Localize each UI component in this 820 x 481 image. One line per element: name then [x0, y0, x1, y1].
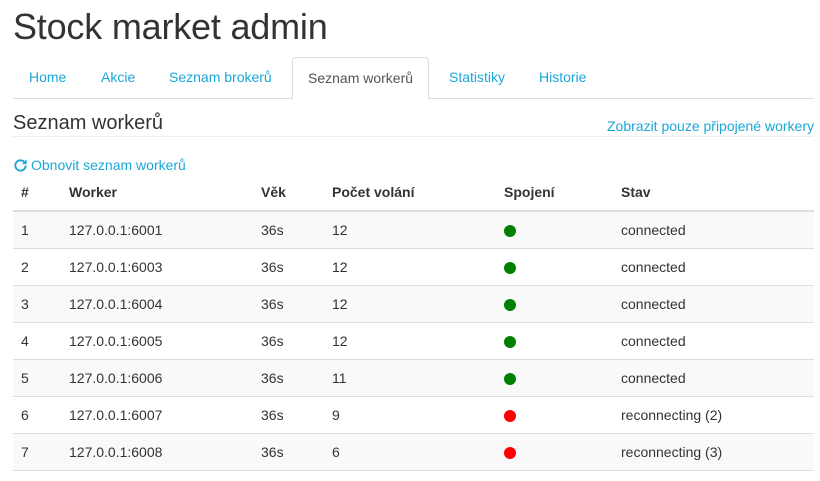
tab-statistiky[interactable]: Statistiky	[449, 57, 505, 98]
workers-table-body: 1 127.0.0.1:6001 36s 12 connected 2 127.…	[13, 211, 814, 471]
connection-status-dot	[504, 410, 516, 423]
tab-seznam-brokeru[interactable]: Seznam brokerů	[169, 57, 272, 98]
cell-age: 36s	[253, 285, 324, 323]
table-row: 2 127.0.0.1:6003 36s 12 connected	[13, 248, 814, 286]
col-header-calls: Počet volání	[324, 174, 496, 212]
cell-age: 36s	[253, 396, 324, 434]
cell-status: connected	[613, 359, 814, 397]
nav-tabs: Home Akcie Seznam brokerů Seznam workerů…	[13, 57, 814, 100]
table-header-row: # Worker Věk Počet volání Spojení Stav	[13, 174, 814, 212]
cell-connection	[496, 322, 613, 360]
table-row: 6 127.0.0.1:6007 36s 9 reconnecting (2)	[13, 396, 814, 434]
section-divider	[13, 136, 814, 137]
cell-worker: 127.0.0.1:6005	[61, 322, 253, 360]
section-title: Seznam workerů	[13, 112, 164, 134]
cell-status: reconnecting (2)	[613, 396, 814, 434]
cell-age: 36s	[253, 359, 324, 397]
refresh-icon	[14, 158, 27, 172]
table-row: 3 127.0.0.1:6004 36s 12 connected	[13, 285, 814, 323]
cell-num: 1	[13, 211, 61, 249]
cell-age: 36s	[253, 211, 324, 249]
tab-akcie[interactable]: Akcie	[101, 57, 135, 98]
connection-status-dot	[504, 336, 516, 349]
cell-calls: 12	[324, 248, 496, 286]
cell-worker: 127.0.0.1:6001	[61, 211, 253, 249]
col-header-connection: Spojení	[496, 174, 613, 212]
cell-age: 36s	[253, 322, 324, 360]
cell-calls: 12	[324, 322, 496, 360]
cell-status: connected	[613, 285, 814, 323]
cell-calls: 9	[324, 396, 496, 434]
table-row: 1 127.0.0.1:6001 36s 12 connected	[13, 211, 814, 249]
connection-status-dot	[504, 373, 516, 386]
workers-table: # Worker Věk Počet volání Spojení Stav 1…	[13, 174, 814, 471]
col-header-num: #	[13, 174, 61, 212]
connection-status-dot	[504, 447, 516, 460]
cell-status: connected	[613, 322, 814, 360]
cell-worker: 127.0.0.1:6007	[61, 396, 253, 434]
refresh-workers-link[interactable]: Obnovit seznam workerů	[13, 157, 186, 173]
cell-connection	[496, 211, 613, 249]
cell-num: 4	[13, 322, 61, 360]
cell-num: 3	[13, 285, 61, 323]
page-title: Stock market admin	[13, 6, 328, 47]
col-header-age: Věk	[253, 174, 324, 212]
connection-status-dot	[504, 299, 516, 312]
connection-status-dot	[504, 262, 516, 275]
cell-connection	[496, 285, 613, 323]
cell-num: 6	[13, 396, 61, 434]
cell-worker: 127.0.0.1:6006	[61, 359, 253, 397]
cell-connection	[496, 359, 613, 397]
col-header-worker: Worker	[61, 174, 253, 212]
show-connected-only-link[interactable]: Zobrazit pouze připojené workery	[607, 118, 814, 134]
cell-connection	[496, 396, 613, 434]
table-row: 5 127.0.0.1:6006 36s 11 connected	[13, 359, 814, 397]
tab-seznam-workeru[interactable]: Seznam workerů	[292, 57, 430, 100]
cell-status: connected	[613, 211, 814, 249]
tab-home[interactable]: Home	[29, 57, 66, 98]
cell-calls: 12	[324, 285, 496, 323]
cell-connection	[496, 248, 613, 286]
connection-status-dot	[504, 225, 516, 238]
cell-status: connected	[613, 248, 814, 286]
cell-age: 36s	[253, 248, 324, 286]
cell-num: 2	[13, 248, 61, 286]
table-row: 7 127.0.0.1:6008 36s 6 reconnecting (3)	[13, 433, 814, 471]
cell-worker: 127.0.0.1:6004	[61, 285, 253, 323]
tab-historie[interactable]: Historie	[539, 57, 586, 98]
cell-num: 5	[13, 359, 61, 397]
cell-calls: 12	[324, 211, 496, 249]
refresh-label: Obnovit seznam workerů	[31, 157, 186, 173]
cell-calls: 6	[324, 433, 496, 471]
cell-worker: 127.0.0.1:6003	[61, 248, 253, 286]
cell-worker: 127.0.0.1:6008	[61, 433, 253, 471]
table-row: 4 127.0.0.1:6005 36s 12 connected	[13, 322, 814, 360]
cell-calls: 11	[324, 359, 496, 397]
col-header-status: Stav	[613, 174, 814, 212]
cell-status: reconnecting (3)	[613, 433, 814, 471]
cell-age: 36s	[253, 433, 324, 471]
cell-connection	[496, 433, 613, 471]
cell-num: 7	[13, 433, 61, 471]
